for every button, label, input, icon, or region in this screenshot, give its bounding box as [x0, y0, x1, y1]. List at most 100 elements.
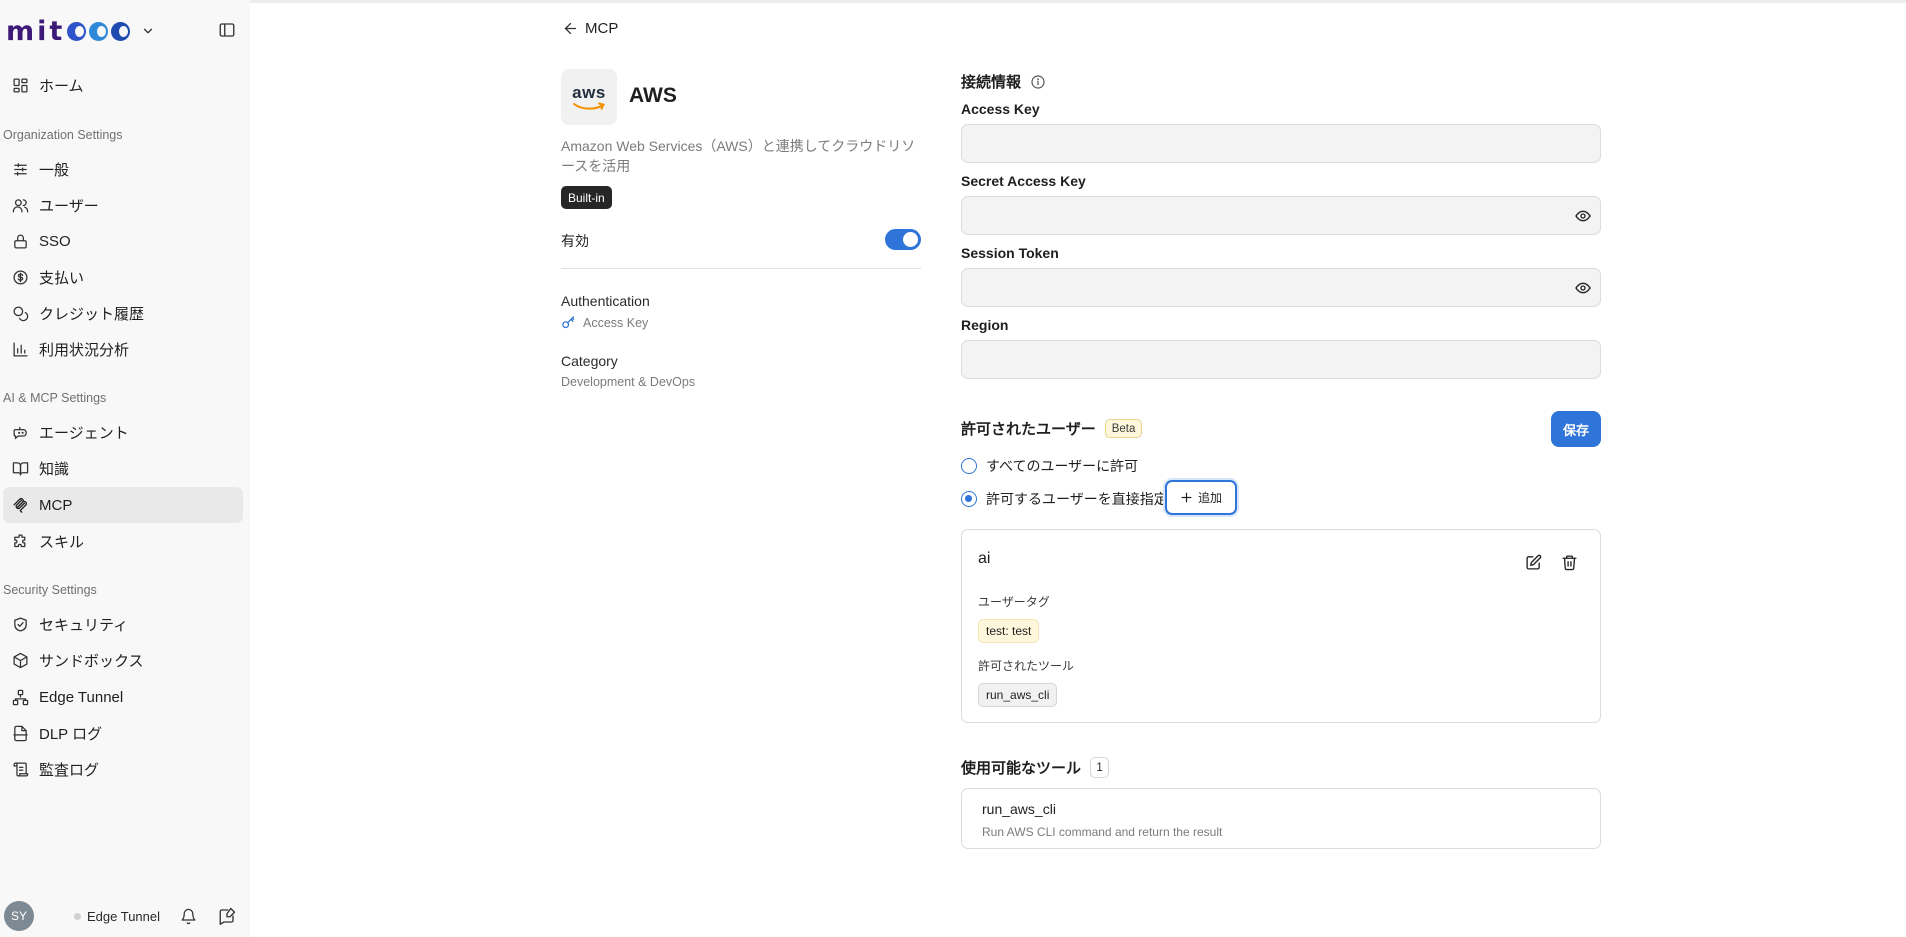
sidebar-item-sandbox[interactable]: サンドボックス [3, 642, 243, 678]
sidebar-item-label: MCP [39, 496, 73, 514]
bell-icon[interactable] [180, 908, 197, 925]
allowed-user-card: ai ユーザータグ test: test 許可されたツール run_aws_cl… [961, 529, 1601, 723]
connection-title: 接続情報 [961, 71, 1046, 92]
tool-name: run_aws_cli [982, 801, 1056, 817]
beta-badge: Beta [1104, 419, 1143, 438]
builtin-badge: Built-in [561, 186, 612, 209]
secret-access-key-input[interactable] [961, 196, 1601, 235]
authentication-value-text: Access Key [583, 315, 649, 330]
file-scan-icon [13, 725, 28, 741]
sidebar-item-label: 監査ログ [39, 761, 100, 779]
enabled-label: 有効 [561, 233, 589, 249]
sidebar-item-dlp-log[interactable]: DLP ログ [3, 715, 243, 751]
enabled-toggle[interactable] [885, 229, 921, 250]
aws-logo: aws [561, 69, 617, 125]
sidebar: mit ホーム Organization Settings 一般 ユーザー SS… [0, 0, 250, 937]
sidebar-item-label: DLP ログ [39, 725, 103, 743]
sidebar-item-audit-log[interactable]: 監査ログ [3, 751, 243, 787]
users-icon [12, 198, 29, 213]
sidebar-footer: SY Edge Tunnel [0, 897, 250, 937]
bot-icon [13, 426, 27, 439]
sidebar-item-label: ユーザー [39, 197, 99, 215]
sidebar-item-usage-analysis[interactable]: 利用状況分析 [3, 331, 243, 367]
chevron-down-icon[interactable] [141, 24, 155, 38]
session-token-label: Session Token [961, 245, 1059, 261]
radio-button[interactable] [961, 491, 977, 507]
radio-allow-all-label: すべてのユーザーに許可 [986, 458, 1139, 474]
sidebar-item-home[interactable]: ホーム [3, 67, 243, 103]
eye-icon[interactable] [1575, 208, 1591, 224]
sidebar-item-label: サンドボックス [39, 652, 144, 670]
back-link-label: MCP [585, 20, 619, 37]
avatar[interactable]: SY [4, 901, 34, 931]
edge-tunnel-status[interactable]: Edge Tunnel [74, 909, 160, 924]
sidebar-item-users[interactable]: ユーザー [3, 187, 243, 223]
box-icon [13, 652, 28, 668]
category-label: Category [561, 353, 618, 369]
region-label: Region [961, 317, 1009, 333]
sidebar-toggle-icon[interactable] [218, 21, 236, 39]
radio-allow-all[interactable]: すべてのユーザーに許可 [961, 456, 1138, 476]
user-tag: test: test [978, 619, 1040, 643]
sidebar-item-label: エージェント [39, 424, 129, 442]
top-border [0, 0, 1906, 3]
status-dot [74, 913, 81, 920]
sidebar-item-label: ホーム [39, 77, 84, 95]
save-button[interactable]: 保存 [1551, 411, 1601, 447]
feedback-icon[interactable] [218, 907, 236, 925]
edit-icon[interactable] [1525, 554, 1542, 571]
dashboard-icon [13, 77, 28, 93]
radio-allow-specific-label: 許可するユーザーを直接指定 [986, 491, 1168, 507]
category-value: Development & DevOps [561, 375, 696, 389]
lock-icon [14, 234, 27, 249]
sidebar-item-sso[interactable]: SSO [3, 223, 243, 259]
sidebar-item-payment[interactable]: 支払い [3, 259, 243, 295]
access-key-label: Access Key [961, 101, 1040, 117]
sidebar-item-knowledge[interactable]: 知識 [3, 450, 243, 486]
aws-logo-word: aws [572, 82, 606, 102]
tools-count-badge: 1 [1090, 757, 1110, 778]
sidebar-item-security[interactable]: セキュリティ [3, 606, 243, 642]
app-name: AWS [629, 84, 677, 107]
back-to-mcp-link[interactable]: MCP [562, 20, 618, 37]
divider [561, 268, 921, 269]
logo-text: mit [6, 15, 66, 47]
allowed-user-name: ai [978, 550, 991, 567]
add-user-button[interactable]: 追加 [1165, 480, 1237, 515]
section-label-ai-mcp: AI & MCP Settings [3, 391, 107, 405]
puzzle-icon [14, 533, 26, 547]
sidebar-item-label: 支払い [39, 269, 85, 287]
logo-dot [111, 21, 131, 41]
sidebar-item-agent[interactable]: エージェント [3, 414, 243, 450]
sidebar-item-edge-tunnel[interactable]: Edge Tunnel [3, 679, 243, 715]
arrow-left-icon [564, 22, 577, 35]
radio-button[interactable] [961, 458, 977, 474]
sidebar-item-credit-history[interactable]: クレジット履歴 [3, 295, 243, 331]
plus-icon [1181, 492, 1192, 503]
tool-card[interactable]: run_aws_cli Run AWS CLI command and retu… [961, 788, 1601, 849]
section-label-security: Security Settings [3, 583, 97, 597]
org-switcher[interactable]: mit [6, 14, 155, 48]
sidebar-item-skill[interactable]: スキル [3, 523, 243, 559]
info-icon[interactable] [1030, 74, 1046, 90]
eye-icon[interactable] [1575, 280, 1591, 296]
available-tools-title-text: 使用可能なツール [961, 760, 1082, 777]
sidebar-item-mcp[interactable]: MCP [3, 487, 243, 523]
radio-allow-specific[interactable]: 許可するユーザーを直接指定 [961, 489, 1168, 509]
edge-tunnel-status-label: Edge Tunnel [87, 909, 161, 924]
access-key-input[interactable] [961, 124, 1601, 163]
allowed-tool: run_aws_cli [978, 683, 1058, 707]
logo-dot [89, 21, 109, 41]
section-label-organization: Organization Settings [3, 128, 123, 142]
add-user-label: 追加 [1197, 491, 1222, 505]
connection-title-text: 接続情報 [961, 74, 1022, 91]
trash-icon[interactable] [1561, 554, 1578, 571]
available-tools-title: 使用可能なツール 1 [961, 757, 1110, 778]
region-input[interactable] [961, 340, 1601, 379]
sidebar-item-label: クレジット履歴 [39, 305, 145, 323]
sidebar-item-general[interactable]: 一般 [3, 151, 243, 187]
logo-mark [67, 21, 133, 41]
sidebar-item-label: Edge Tunnel [39, 688, 124, 706]
session-token-input[interactable] [961, 268, 1601, 307]
secret-access-key-label: Secret Access Key [961, 173, 1086, 189]
